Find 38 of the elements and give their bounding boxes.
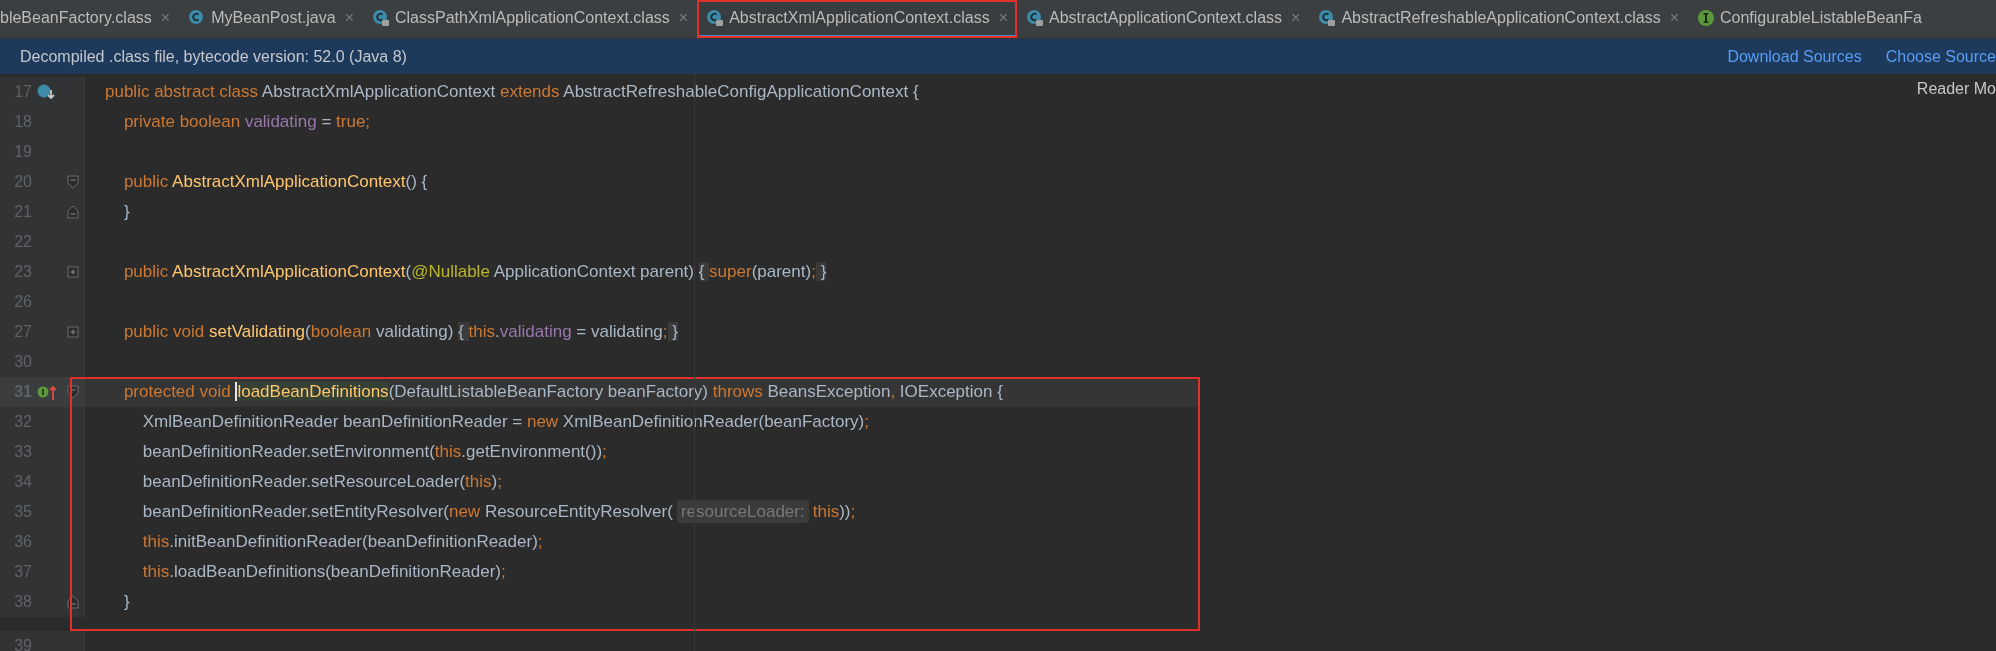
expand-fold-icon[interactable] xyxy=(67,265,79,279)
code-line: private boolean validating = true; xyxy=(122,112,371,132)
code-line: public abstract class AbstractXmlApplicationContext extends AbstractRefreshableConfigApplicationContext { xyxy=(104,82,919,102)
overridden-method-icon[interactable] xyxy=(36,83,58,101)
code-line: } xyxy=(122,202,130,222)
editor-tab[interactable]: MyBeanPost.java × xyxy=(179,0,363,38)
code-line: beanDefinitionReader.setEntityResolver(new ResourceEntityResolver( resourceLoader: this)); xyxy=(141,502,856,522)
interface-icon xyxy=(1697,8,1715,27)
code-line: this.loadBeanDefinitions(beanDefinitionReader); xyxy=(141,562,506,582)
notice-link[interactable]: Download Sources xyxy=(1727,47,1862,66)
editor-tab[interactable]: ConfigurableListableBeanFa xyxy=(1688,0,1931,38)
editor-tab[interactable]: AbstractRefreshableApplicationContext.class × xyxy=(1309,0,1688,38)
class-icon xyxy=(706,8,725,27)
class-icon xyxy=(1318,8,1337,27)
implements-method-icon[interactable] xyxy=(36,383,58,401)
code-line: this.initBeanDefinitionReader(beanDefinitionReader); xyxy=(141,532,543,552)
code-line: XmlBeanDefinitionReader beanDefinitionReader = new XmlBeanDefinitionReader(beanFactory); xyxy=(141,412,870,432)
code-line: beanDefinitionReader.setEnvironment(this.getEnvironment()); xyxy=(141,442,607,462)
notice-text: Decompiled .class file, bytecode version: 52.0 (Java 8) xyxy=(20,47,407,66)
code-line: beanDefinitionReader.setResourceLoader(this); xyxy=(141,472,502,492)
code-line: public AbstractXmlApplicationContext() { xyxy=(122,172,428,192)
expand-fold-icon[interactable] xyxy=(67,325,79,339)
reader-mode-link[interactable]: Reader Mo xyxy=(1916,80,1996,98)
fold-marker-icon[interactable] xyxy=(67,175,79,189)
editor-tab[interactable]: ClassPathXmlApplicationContext.class × xyxy=(363,0,698,38)
code-line: public void setValidating(boolean validating) { this.validating = validating; } xyxy=(122,322,678,342)
notice-link[interactable]: Choose Source xyxy=(1885,47,1996,66)
fold-marker-icon[interactable] xyxy=(67,385,79,399)
code-line: public AbstractXmlApplicationContext(@Nullable ApplicationContext parent) { super(parent); } xyxy=(122,262,827,282)
class-icon xyxy=(1026,8,1045,27)
editor-tab[interactable]: bleBeanFactory.class × xyxy=(0,0,180,38)
fold-marker-icon[interactable] xyxy=(67,595,79,609)
code-line: protected void loadBeanDefinitions(DefaultListableBeanFactory beanFactory) throws BeansException, IOException { xyxy=(122,382,1003,402)
fold-marker-icon[interactable] xyxy=(67,205,79,219)
editor-tab[interactable]: AbstractApplicationContext.class × xyxy=(1017,0,1310,38)
editor-tab[interactable]: AbstractXmlApplicationContext.class × xyxy=(697,0,1018,38)
code-line: } xyxy=(122,592,130,612)
class-icon xyxy=(372,8,390,27)
